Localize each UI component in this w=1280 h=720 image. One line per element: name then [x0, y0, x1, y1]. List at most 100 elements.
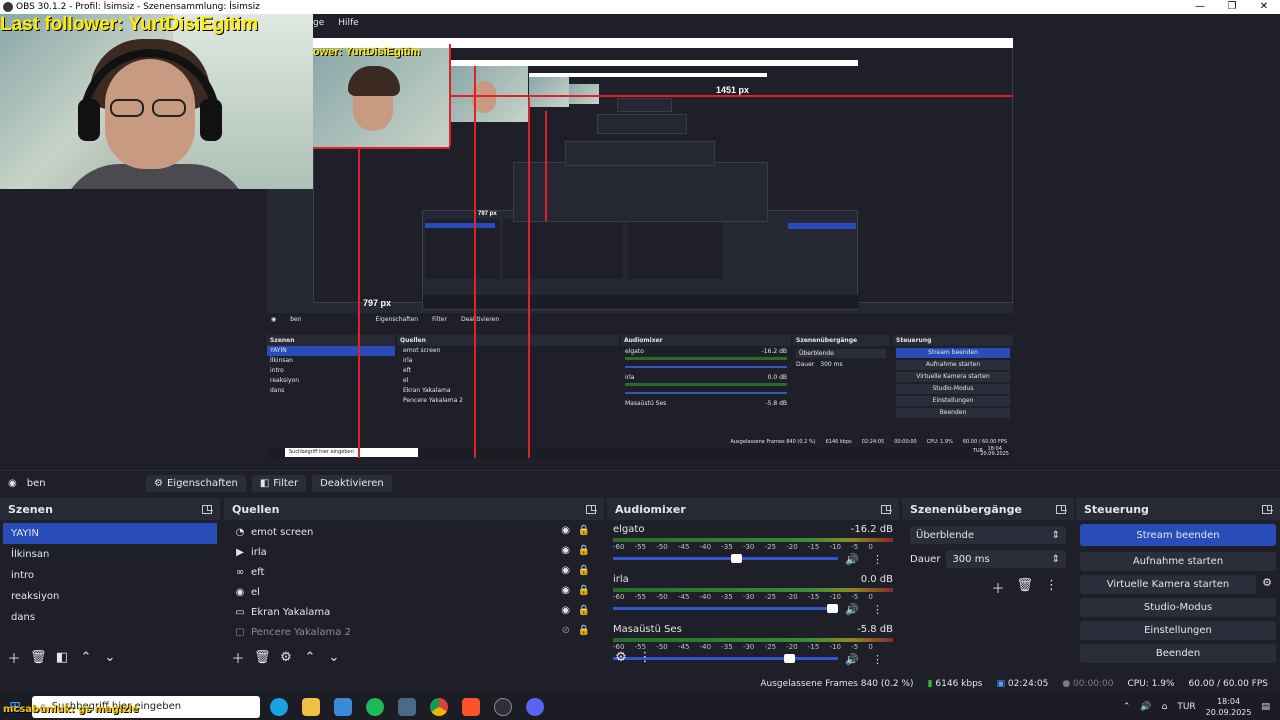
remove-source-button[interactable]: 🗑	[254, 650, 271, 665]
remove-scene-button[interactable]: 🗑	[30, 650, 47, 665]
transition-select[interactable]: Überblende ⇕	[910, 526, 1066, 544]
eye-icon[interactable]: ◉	[561, 545, 570, 556]
kebab-menu-icon[interactable]: ⋮	[872, 553, 883, 566]
file-explorer-icon[interactable]	[302, 697, 320, 716]
volume-slider[interactable]	[613, 604, 838, 613]
eye-hidden-icon[interactable]: ⊘	[562, 625, 570, 636]
source-item[interactable]: ◉ el ◉ 🔒	[224, 582, 604, 602]
move-down-button[interactable]: ⌄	[102, 650, 118, 665]
move-up-button[interactable]: ⌃	[78, 650, 94, 665]
source-item[interactable]: ▢ Pencere Yakalama 2 ⊘ 🔒	[224, 622, 604, 642]
undock-icon[interactable]	[881, 504, 892, 514]
eye-icon[interactable]: ◉	[561, 525, 570, 536]
calculator-icon[interactable]	[398, 697, 416, 716]
transition-menu-button[interactable]: ⋮	[1045, 578, 1058, 597]
preview-canvas[interactable]: ◉ ben Eigenschaften Filter Deaktivieren …	[267, 38, 1013, 458]
brave-icon[interactable]	[462, 697, 480, 716]
source-item[interactable]: ▭ Ekran Yakalama ◉ 🔒	[224, 602, 604, 622]
chrome-icon[interactable]	[430, 697, 448, 716]
start-recording-button[interactable]: Aufnahme starten	[1080, 552, 1276, 571]
eye-icon[interactable]: ◉	[561, 585, 570, 596]
undock-icon[interactable]	[586, 504, 597, 514]
eye-icon[interactable]: ◉	[561, 605, 570, 616]
source-item[interactable]: ▶ irla ◉ 🔒	[224, 542, 604, 562]
speaker-icon[interactable]: 🔊	[845, 603, 859, 616]
studio-mode-button[interactable]: Studio-Modus	[1080, 598, 1276, 617]
move-down-button[interactable]: ⌄	[326, 650, 342, 665]
transition-tools: ＋ 🗑 ⋮	[902, 568, 1074, 597]
scene-item[interactable]: intro	[3, 565, 217, 586]
language-indicator[interactable]: TUR	[1177, 702, 1195, 712]
settings-button[interactable]: Einstellungen	[1080, 621, 1276, 640]
lock-icon[interactable]: 🔒	[578, 605, 590, 616]
advanced-audio-button[interactable]: ⚙	[613, 650, 629, 665]
volume-icon[interactable]: 🔊	[1140, 702, 1151, 712]
undock-icon[interactable]	[202, 504, 213, 514]
taskbar-clock[interactable]: 18:04 20.09.2025	[1206, 696, 1252, 718]
deactivate-button[interactable]: Deaktivieren	[312, 474, 392, 492]
status-bar: Ausgelassene Frames 840 (0.2 %) ▮ 6146 k…	[0, 675, 1280, 693]
discord-icon[interactable]	[526, 697, 544, 716]
kebab-menu-icon[interactable]: ⋮	[872, 603, 883, 616]
remove-transition-button[interactable]: 🗑	[1016, 578, 1033, 597]
stop-stream-button[interactable]: Stream beenden	[1080, 524, 1276, 546]
scene-item[interactable]: İlkinsan	[3, 544, 217, 565]
window-title: OBS 30.1.2 - Profil: İsimsiz - Szenensam…	[16, 2, 260, 12]
properties-button[interactable]: ⚙ Eigenschaften	[146, 474, 246, 492]
volume-slider[interactable]	[613, 554, 838, 563]
lock-icon[interactable]: 🔒	[578, 565, 590, 576]
nested-obs-6	[617, 98, 672, 112]
undock-icon[interactable]	[1262, 504, 1273, 514]
move-up-button[interactable]: ⌃	[302, 650, 318, 665]
source-label: eft	[251, 566, 265, 578]
inner-sources-dock: Quellen emot screen irla eft el Ekran Yakala…	[397, 335, 619, 437]
scene-filter-button[interactable]: ◧	[54, 650, 70, 665]
source-item[interactable]: ∞ eft ◉ 🔒	[224, 562, 604, 582]
channel-name: elgato	[613, 524, 645, 535]
store-icon[interactable]	[334, 697, 352, 716]
obs-icon[interactable]	[494, 697, 512, 716]
lock-icon[interactable]: 🔒	[578, 585, 590, 596]
scene-item[interactable]: YAYIN	[3, 523, 217, 544]
inner-ch1-db: -16.2 dB	[761, 348, 787, 355]
duration-spinbox[interactable]: 300 ms ⇕	[946, 550, 1066, 568]
source-item[interactable]: ◔ emot screen ◉ 🔒	[224, 522, 604, 542]
nested-webcam-1	[313, 48, 449, 148]
mixer-menu-button[interactable]: ⋮	[637, 650, 653, 665]
add-transition-button[interactable]: ＋	[991, 578, 1004, 597]
network-icon[interactable]: ⌂	[1162, 702, 1168, 712]
slider-handle[interactable]	[827, 604, 838, 613]
scene-item[interactable]: reaksiyon	[3, 586, 217, 607]
chevron-up-icon[interactable]: ⌃	[1123, 702, 1131, 712]
nested-obs-5	[597, 114, 687, 134]
notification-icon[interactable]: ▤	[1261, 702, 1270, 712]
eye-icon[interactable]: ◉	[561, 565, 570, 576]
inner-scenes-title: Szenen	[267, 335, 395, 346]
lock-icon[interactable]: 🔒	[578, 525, 590, 536]
menu-item-partial[interactable]: ge	[313, 18, 324, 28]
webcam-source	[0, 14, 313, 189]
exit-button[interactable]: Beenden	[1080, 644, 1276, 663]
gear-icon[interactable]: ⚙	[1260, 576, 1274, 589]
lock-icon[interactable]: 🔒	[578, 625, 590, 636]
chevron-updown-icon[interactable]: ⇕	[1052, 554, 1060, 565]
speaker-icon[interactable]: 🔊	[845, 553, 859, 566]
lock-icon[interactable]: 🔒	[578, 545, 590, 556]
source-properties-button[interactable]: ⚙	[278, 650, 294, 665]
inner-ch2-name: irla	[625, 374, 635, 381]
spotify-icon[interactable]	[366, 697, 384, 716]
maximize-button[interactable]: ❐	[1216, 0, 1248, 14]
add-source-button[interactable]: ＋	[230, 648, 246, 667]
close-button[interactable]: ✕	[1248, 0, 1280, 14]
slider-handle[interactable]	[730, 554, 742, 563]
edge-icon[interactable]	[270, 697, 288, 716]
nested-webcam-2	[450, 66, 528, 122]
minimize-button[interactable]: —	[1184, 0, 1216, 14]
scene-item[interactable]: dans	[3, 607, 217, 628]
menu-item-help[interactable]: Hilfe	[338, 18, 358, 28]
start-virtual-camera-button[interactable]: Virtuelle Kamera starten	[1080, 575, 1256, 594]
undock-icon[interactable]	[1056, 504, 1067, 514]
filter-button[interactable]: ◧ Filter	[251, 474, 307, 492]
add-scene-button[interactable]: ＋	[6, 648, 22, 667]
record-icon: ●	[1062, 679, 1071, 689]
